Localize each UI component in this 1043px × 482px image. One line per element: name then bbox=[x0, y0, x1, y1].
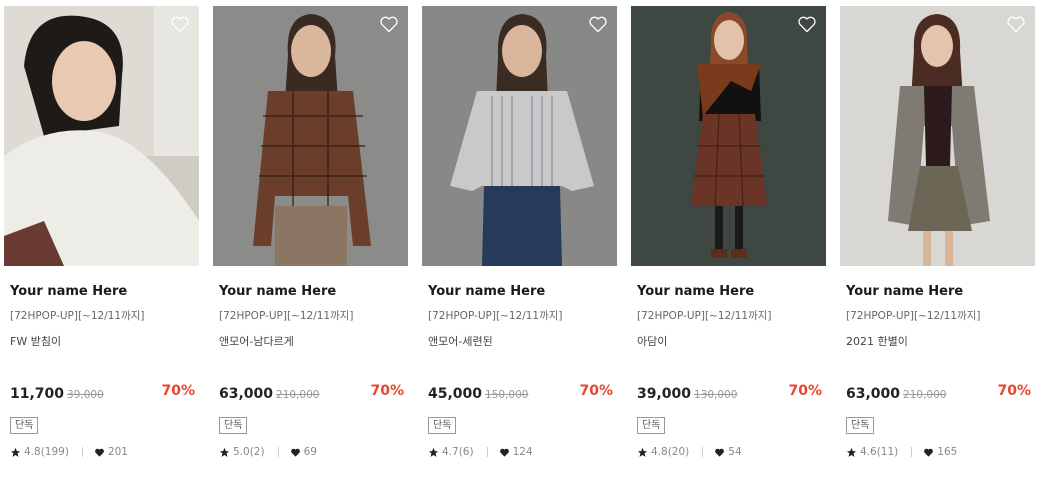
review-meta: 4.8(199) 201 bbox=[10, 446, 128, 458]
star-icon bbox=[428, 447, 439, 457]
original-price: 130,000 bbox=[694, 389, 738, 401]
heart-outline-icon[interactable] bbox=[379, 14, 399, 34]
sale-price: 39,000 bbox=[637, 386, 692, 402]
divider bbox=[81, 447, 83, 457]
discount-rate: 70% bbox=[161, 383, 195, 399]
heart-filled-icon bbox=[924, 448, 934, 457]
star-icon bbox=[219, 447, 230, 457]
review-meta: 4.7(6) 124 bbox=[428, 446, 533, 458]
star-icon bbox=[10, 447, 21, 457]
divider bbox=[277, 447, 279, 457]
product-image[interactable] bbox=[4, 6, 199, 266]
likes-count: 54 bbox=[728, 446, 742, 458]
brand-name[interactable]: Your name Here bbox=[637, 284, 826, 299]
divider bbox=[911, 447, 913, 457]
likes-count: 201 bbox=[107, 446, 128, 458]
price-row: 39,000 130,000 70% bbox=[637, 383, 822, 403]
rating-text: 5.0(2) bbox=[233, 446, 265, 458]
exclusive-badge: 단독 bbox=[10, 417, 39, 434]
brand-name[interactable]: Your name Here bbox=[219, 284, 408, 299]
product-card[interactable]: Your name Here [72HPOP-UP][~12/11까지] 아담이… bbox=[631, 6, 826, 458]
exclusive-badge: 단독 bbox=[846, 417, 875, 434]
product-image[interactable] bbox=[422, 6, 617, 266]
heart-filled-icon bbox=[499, 448, 509, 457]
brand-name[interactable]: Your name Here bbox=[10, 284, 199, 299]
divider bbox=[702, 447, 704, 457]
likes-count: 69 bbox=[303, 446, 317, 458]
product-name[interactable]: 앤모어-남다르게 bbox=[219, 333, 408, 349]
heart-outline-icon[interactable] bbox=[588, 14, 608, 34]
product-image[interactable] bbox=[631, 6, 826, 266]
review-meta: 5.0(2) 69 bbox=[219, 446, 317, 458]
rating-text: 4.8(20) bbox=[651, 446, 690, 458]
sale-price: 63,000 bbox=[219, 386, 274, 402]
heart-filled-icon bbox=[290, 448, 300, 457]
product-grid: Your name Here [72HPOP-UP][~12/11까지] FW … bbox=[0, 0, 1043, 482]
heart-filled-icon bbox=[95, 448, 104, 457]
price-row: 45,000 150,000 70% bbox=[428, 383, 613, 403]
product-card[interactable]: Your name Here [72HPOP-UP][~12/11까지] 앤모어… bbox=[422, 6, 617, 458]
exclusive-badge: 단독 bbox=[637, 417, 666, 434]
rating-text: 4.6(11) bbox=[860, 446, 899, 458]
product-card[interactable]: Your name Here [72HPOP-UP][~12/11까지] 202… bbox=[840, 6, 1035, 458]
heart-outline-icon[interactable] bbox=[1006, 14, 1026, 34]
exclusive-badge: 단독 bbox=[219, 417, 248, 434]
discount-rate: 70% bbox=[579, 383, 613, 399]
product-card[interactable]: Your name Here [72HPOP-UP][~12/11까지] 앤모어… bbox=[213, 6, 408, 458]
product-name[interactable]: 앤모어-세련된 bbox=[428, 333, 617, 349]
rating-text: 4.8(199) bbox=[24, 446, 69, 458]
original-price: 150,000 bbox=[485, 389, 529, 401]
product-image[interactable] bbox=[840, 6, 1035, 266]
original-price: 39,000 bbox=[67, 389, 104, 401]
brand-name[interactable]: Your name Here bbox=[846, 284, 1035, 299]
star-icon bbox=[846, 447, 857, 457]
rating-text: 4.7(6) bbox=[442, 446, 474, 458]
price-row: 11,700 39,000 70% bbox=[10, 383, 195, 403]
heart-outline-icon[interactable] bbox=[170, 14, 190, 34]
exclusive-badge: 단독 bbox=[428, 417, 457, 434]
promo-tag: [72HPOP-UP][~12/11까지] bbox=[428, 310, 563, 322]
original-price: 210,000 bbox=[903, 389, 947, 401]
discount-rate: 70% bbox=[997, 383, 1031, 399]
discount-rate: 70% bbox=[370, 383, 404, 399]
discount-rate: 70% bbox=[788, 383, 822, 399]
original-price: 210,000 bbox=[276, 389, 320, 401]
sale-price: 63,000 bbox=[846, 386, 901, 402]
promo-tag: [72HPOP-UP][~12/11까지] bbox=[10, 310, 145, 322]
product-image[interactable] bbox=[213, 6, 408, 266]
price-row: 63,000 210,000 70% bbox=[846, 383, 1031, 403]
heart-filled-icon bbox=[715, 448, 725, 457]
likes-count: 165 bbox=[937, 446, 958, 458]
promo-tag: [72HPOP-UP][~12/11까지] bbox=[846, 310, 981, 322]
promo-tag: [72HPOP-UP][~12/11까지] bbox=[219, 310, 354, 322]
likes-count: 124 bbox=[512, 446, 533, 458]
product-name[interactable]: 아담이 bbox=[637, 333, 826, 349]
heart-outline-icon[interactable] bbox=[797, 14, 817, 34]
sale-price: 45,000 bbox=[428, 386, 483, 402]
price-row: 63,000 210,000 70% bbox=[219, 383, 404, 403]
product-name[interactable]: FW 받침이 bbox=[10, 333, 199, 349]
sale-price: 11,700 bbox=[10, 386, 65, 402]
divider bbox=[486, 447, 488, 457]
product-name[interactable]: 2021 한별이 bbox=[846, 333, 1035, 349]
promo-tag: [72HPOP-UP][~12/11까지] bbox=[637, 310, 772, 322]
product-card[interactable]: Your name Here [72HPOP-UP][~12/11까지] FW … bbox=[4, 6, 199, 458]
review-meta: 4.6(11) 165 bbox=[846, 446, 957, 458]
star-icon bbox=[637, 447, 648, 457]
brand-name[interactable]: Your name Here bbox=[428, 284, 617, 299]
review-meta: 4.8(20) 54 bbox=[637, 446, 742, 458]
